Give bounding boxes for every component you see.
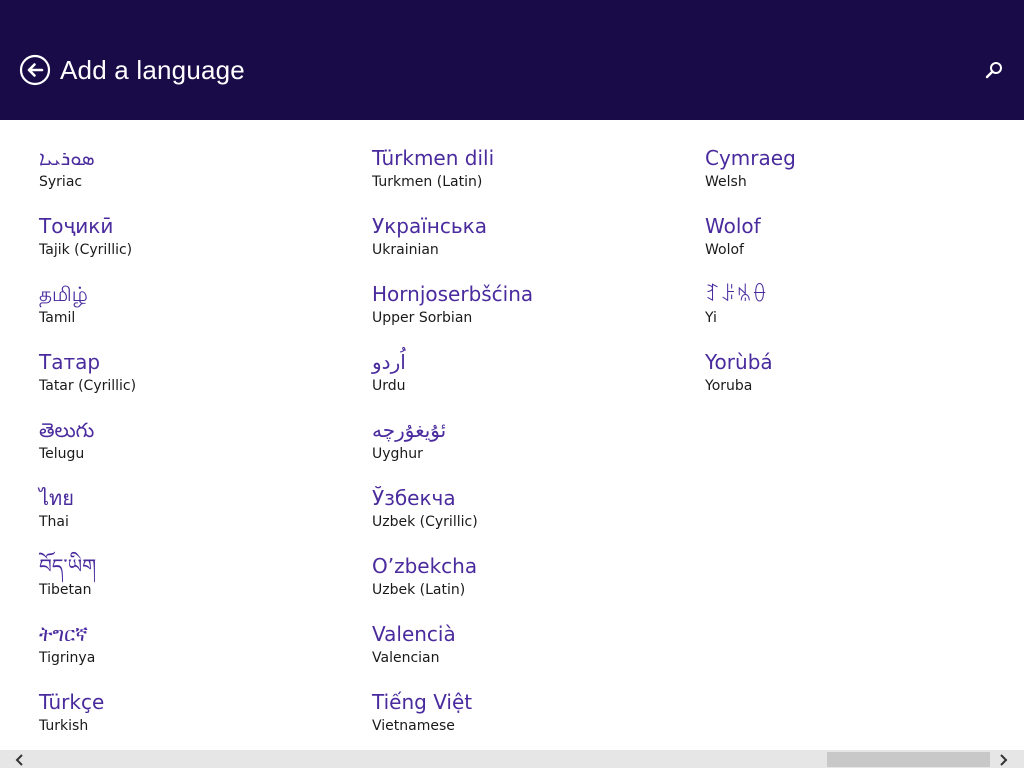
header-bar: Add a language [0, 0, 1024, 120]
language-item-telugu[interactable]: తెలుగు Telugu [39, 415, 359, 483]
back-arrow-circle-icon [19, 54, 51, 86]
language-item-valencian[interactable]: Valencià Valencian [372, 619, 692, 687]
language-english-name: Tajik (Cyrillic) [39, 242, 133, 258]
language-native-name: Ўзбекча [372, 486, 456, 510]
language-item-tajik[interactable]: Тоҷикӣ Tajik (Cyrillic) [39, 211, 359, 279]
language-item-tibetan[interactable]: བོད་ཡིག Tibetan [39, 551, 359, 619]
language-native-name: Тоҷикӣ [39, 214, 114, 238]
language-english-name: Uzbek (Cyrillic) [372, 514, 478, 530]
language-item-thai[interactable]: ไทย Thai [39, 483, 359, 551]
language-native-name: ไทย [39, 486, 74, 510]
language-english-name: Turkmen (Latin) [372, 174, 483, 190]
language-english-name: Syriac [39, 174, 83, 190]
chevron-right-icon [1000, 754, 1008, 766]
search-button[interactable] [983, 59, 1005, 81]
language-item-turkmen[interactable]: Türkmen dili Turkmen (Latin) [372, 143, 692, 211]
language-english-name: Turkish [39, 718, 89, 734]
page-title: Add a language [60, 55, 245, 85]
language-english-name: Tibetan [39, 582, 92, 598]
language-native-name: ꆈꌠꁱꂷ [705, 282, 768, 306]
language-item-syriac[interactable]: ܣܘܪܝܝܐ Syriac [39, 143, 359, 211]
scroll-left-button[interactable] [12, 752, 28, 766]
language-item-wolof[interactable]: Wolof Wolof [705, 211, 1024, 279]
language-item-uzbek-latin[interactable]: O’zbekcha Uzbek (Latin) [372, 551, 692, 619]
language-native-name: தமிழ் [39, 282, 88, 306]
language-native-name: Cymraeg [705, 146, 796, 170]
language-item-upper-sorbian[interactable]: Hornjoserbšćina Upper Sorbian [372, 279, 692, 347]
language-native-name: Türkmen dili [372, 146, 495, 170]
search-icon [985, 62, 1002, 79]
language-english-name: Ukrainian [372, 242, 439, 258]
language-english-name: Valencian [372, 650, 440, 666]
back-button[interactable] [19, 54, 51, 86]
language-english-name: Yi [705, 310, 717, 326]
language-item-yi[interactable]: ꆈꌠꁱꂷ Yi [705, 279, 1024, 347]
scroll-right-button[interactable] [995, 752, 1011, 766]
language-english-name: Yoruba [705, 378, 753, 394]
language-item-welsh[interactable]: Cymraeg Welsh [705, 143, 1024, 211]
language-item-tamil[interactable]: தமிழ் Tamil [39, 279, 359, 347]
language-native-name: Hornjoserbšćina [372, 282, 534, 306]
language-english-name: Upper Sorbian [372, 310, 473, 326]
language-native-name: Wolof [705, 214, 761, 238]
language-item-urdu[interactable]: اُردو Urdu [372, 347, 692, 415]
language-english-name: Wolof [705, 242, 744, 258]
language-item-uzbek-cyrillic[interactable]: Ўзбекча Uzbek (Cyrillic) [372, 483, 692, 551]
language-english-name: Tigrinya [39, 650, 96, 666]
language-english-name: Urdu [372, 378, 406, 394]
language-native-name: Tiếng Việt [372, 690, 473, 714]
language-english-name: Tatar (Cyrillic) [39, 378, 137, 394]
language-english-name: Uyghur [372, 446, 423, 462]
language-item-ukrainian[interactable]: Українська Ukrainian [372, 211, 692, 279]
language-native-name: Valencià [372, 622, 456, 646]
language-native-name: اُردو [372, 350, 406, 374]
language-native-name: O’zbekcha [372, 554, 478, 578]
language-english-name: Vietnamese [372, 718, 455, 734]
language-native-name: Татар [39, 350, 101, 374]
language-english-name: Thai [39, 514, 69, 530]
language-native-name: བོད་ཡིག [39, 554, 97, 578]
scrollbar-thumb[interactable] [827, 752, 990, 767]
language-native-name: Yorùbá [705, 350, 773, 374]
language-item-tatar[interactable]: Татар Tatar (Cyrillic) [39, 347, 359, 415]
language-native-name: ܣܘܪܝܝܐ [39, 146, 95, 170]
language-english-name: Uzbek (Latin) [372, 582, 466, 598]
language-grid: ܣܘܪܝܝܐ Syriac Тоҷикӣ Tajik (Cyrillic) தம… [0, 120, 1024, 750]
language-english-name: Welsh [705, 174, 747, 190]
chevron-left-icon [15, 754, 23, 766]
language-item-tigrinya[interactable]: ትግርኛ Tigrinya [39, 619, 359, 687]
language-native-name: తెలుగు [39, 418, 95, 442]
language-native-name: Українська [372, 214, 487, 238]
language-english-name: Tamil [39, 310, 76, 326]
language-column: ܣܘܪܝܝܐ Syriac Тоҷикӣ Tajik (Cyrillic) தம… [39, 143, 359, 755]
language-native-name: ئۇيغۇرچە [372, 418, 447, 442]
horizontal-scrollbar[interactable] [0, 750, 1024, 768]
language-item-vietnamese[interactable]: Tiếng Việt Vietnamese [372, 687, 692, 755]
language-item-yoruba[interactable]: Yorùbá Yoruba [705, 347, 1024, 415]
language-native-name: ትግርኛ [39, 622, 88, 646]
language-english-name: Telugu [39, 446, 85, 462]
language-native-name: Türkçe [39, 690, 105, 714]
language-item-uyghur[interactable]: ئۇيغۇرچە Uyghur [372, 415, 692, 483]
language-column: Cymraeg Welsh Wolof Wolof ꆈꌠꁱꂷ Yi Yorùbá… [705, 143, 1024, 415]
language-column: Türkmen dili Turkmen (Latin) Українська … [372, 143, 692, 755]
language-item-turkish[interactable]: Türkçe Turkish [39, 687, 359, 755]
